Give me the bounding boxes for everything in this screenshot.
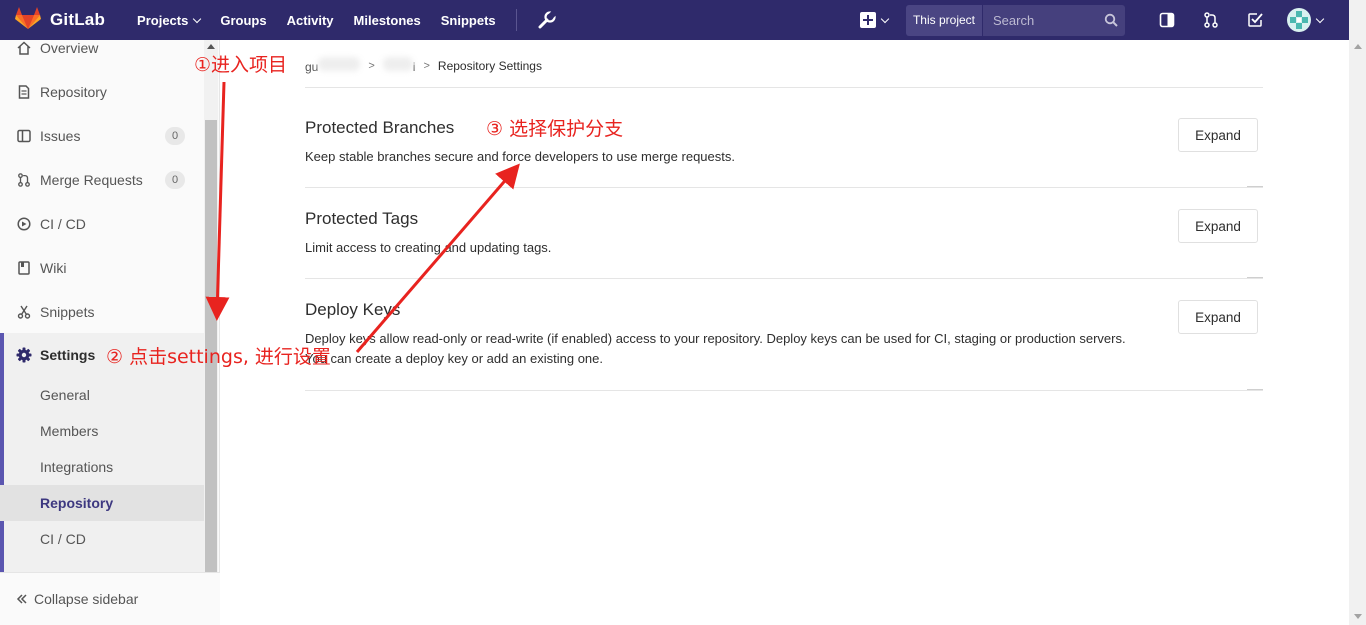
merge-request-icon xyxy=(16,172,32,188)
search-scope[interactable]: This project xyxy=(905,4,983,36)
annotation-step1: ①进入项目 xyxy=(194,54,288,76)
search-input[interactable] xyxy=(983,4,1103,36)
issues-count-badge: 0 xyxy=(165,127,185,145)
sidebar-item-repository[interactable]: Repository xyxy=(0,70,204,114)
section-title: Protected Tags xyxy=(305,209,419,228)
redacted-text xyxy=(318,57,361,71)
section-title: Deploy Keys xyxy=(305,300,401,319)
scroll-up-arrow-icon[interactable] xyxy=(207,44,215,49)
section-description: Deploy keys allow read-only or read-writ… xyxy=(305,331,1126,366)
chevron-down-icon xyxy=(880,14,890,23)
rocket-icon xyxy=(16,216,32,232)
section-divider xyxy=(305,390,1263,391)
sidebar-item-snippets[interactable]: Snippets xyxy=(0,290,204,334)
breadcrumb-group-label: gu xyxy=(305,60,319,74)
settings-sub-members[interactable]: Members xyxy=(0,413,204,449)
settings-sub-general[interactable]: General xyxy=(0,377,204,413)
breadcrumb-current[interactable]: Repository Settings xyxy=(438,59,542,73)
sidebar-item-label: Issues xyxy=(40,128,81,144)
admin-wrench-icon[interactable] xyxy=(537,10,557,30)
nav-snippets[interactable]: Snippets xyxy=(441,13,496,28)
settings-sub-ci-cd[interactable]: CI / CD xyxy=(0,521,204,557)
search-icon[interactable] xyxy=(1103,4,1125,36)
collapse-sidebar-label: Collapse sidebar xyxy=(34,591,139,607)
section-description: Keep stable branches secure and force de… xyxy=(305,149,735,164)
breadcrumb: gu > i > Repository Settings xyxy=(305,57,542,74)
double-chevron-left-icon xyxy=(16,594,27,604)
main-content: gu > i > Repository Settings Protected B… xyxy=(220,40,1349,625)
scroll-down-arrow-icon[interactable] xyxy=(1354,614,1362,619)
scroll-up-arrow-icon[interactable] xyxy=(1354,44,1362,49)
gear-icon xyxy=(16,347,32,363)
nav-groups[interactable]: Groups xyxy=(220,13,266,28)
protected-tags-section: Protected Tags Limit access to creating … xyxy=(305,188,1263,279)
gitlab-repository-settings-page: GitLab Projects Groups Activity Mileston… xyxy=(0,0,1366,625)
sidebar-item-issues[interactable]: Issues 0 xyxy=(0,114,204,158)
document-icon xyxy=(16,84,32,100)
merge-requests-count-badge: 0 xyxy=(165,171,185,189)
book-icon xyxy=(16,260,32,276)
sidebar-item-label: Merge Requests xyxy=(40,172,143,188)
merge-requests-icon[interactable] xyxy=(1189,0,1233,40)
sidebar-item-label: Overview xyxy=(40,40,99,56)
section-divider-accent xyxy=(1247,389,1263,390)
nav-divider xyxy=(515,9,517,31)
new-dropdown[interactable] xyxy=(859,12,890,28)
annotation-step3: ③ 选择保护分支 xyxy=(486,118,624,140)
expand-protected-branches-button[interactable]: Expand xyxy=(1178,118,1258,152)
breadcrumb-project-label: i xyxy=(412,60,416,74)
todos-icon[interactable] xyxy=(1233,0,1277,40)
sidebar-item-label: CI / CD xyxy=(40,216,86,232)
plus-icon xyxy=(859,12,876,28)
chevron-right-icon: > xyxy=(423,59,430,72)
chevron-right-icon: > xyxy=(368,59,375,72)
redacted-text xyxy=(382,57,413,71)
settings-sub-repository[interactable]: Repository xyxy=(0,485,204,521)
home-icon xyxy=(16,40,32,56)
collapse-sidebar-button[interactable]: Collapse sidebar xyxy=(0,572,220,625)
scissors-icon xyxy=(16,304,32,320)
sidebar-item-overview[interactable]: Overview xyxy=(0,26,204,70)
sidebar-item-ci-cd[interactable]: CI / CD xyxy=(0,202,204,246)
sidebar-item-settings[interactable]: Settings xyxy=(4,333,95,377)
expand-deploy-keys-button[interactable]: Expand xyxy=(1178,300,1258,334)
sidebar-item-label: Wiki xyxy=(40,260,67,276)
section-divider-accent xyxy=(1247,186,1263,187)
user-menu[interactable] xyxy=(1287,8,1325,32)
issues-icon xyxy=(16,128,32,144)
section-title: Protected Branches xyxy=(305,118,455,137)
breadcrumb-project[interactable]: i xyxy=(382,57,416,74)
chevron-down-icon xyxy=(193,14,202,23)
sidebar-panel-icon[interactable] xyxy=(1145,0,1189,40)
section-divider-accent xyxy=(1247,277,1263,278)
annotation-step2: ② 点击settings, 进行设置 xyxy=(106,346,331,368)
sidebar-item-label: Repository xyxy=(40,84,107,100)
navbar-right: This project xyxy=(859,0,1349,40)
search-box: This project xyxy=(905,4,1125,36)
settings-sub-integrations[interactable]: Integrations xyxy=(0,449,204,485)
protected-branches-section: Protected Branches Keep stable branches … xyxy=(305,88,1263,188)
settings-label: Settings xyxy=(40,347,96,363)
expand-protected-tags-button[interactable]: Expand xyxy=(1178,209,1258,243)
chevron-down-icon xyxy=(1315,14,1325,23)
sidebar-item-wiki[interactable]: Wiki xyxy=(0,246,204,290)
deploy-keys-section: Deploy Keys Deploy keys allow read-only … xyxy=(305,279,1263,391)
settings-group: Settings General Members Integrations Re… xyxy=(0,333,204,605)
avatar xyxy=(1287,8,1311,32)
page-scrollbar[interactable] xyxy=(1349,0,1366,625)
breadcrumb-group[interactable]: gu xyxy=(305,57,361,74)
project-sidebar: Overview Repository Issues 0 Merge Reque… xyxy=(0,40,220,625)
section-description: Limit access to creating and updating ta… xyxy=(305,240,552,255)
sidebar-item-label: Snippets xyxy=(40,304,95,320)
nav-activity[interactable]: Activity xyxy=(287,13,334,28)
nav-milestones[interactable]: Milestones xyxy=(354,13,421,28)
sidebar-item-merge-requests[interactable]: Merge Requests 0 xyxy=(0,158,204,202)
